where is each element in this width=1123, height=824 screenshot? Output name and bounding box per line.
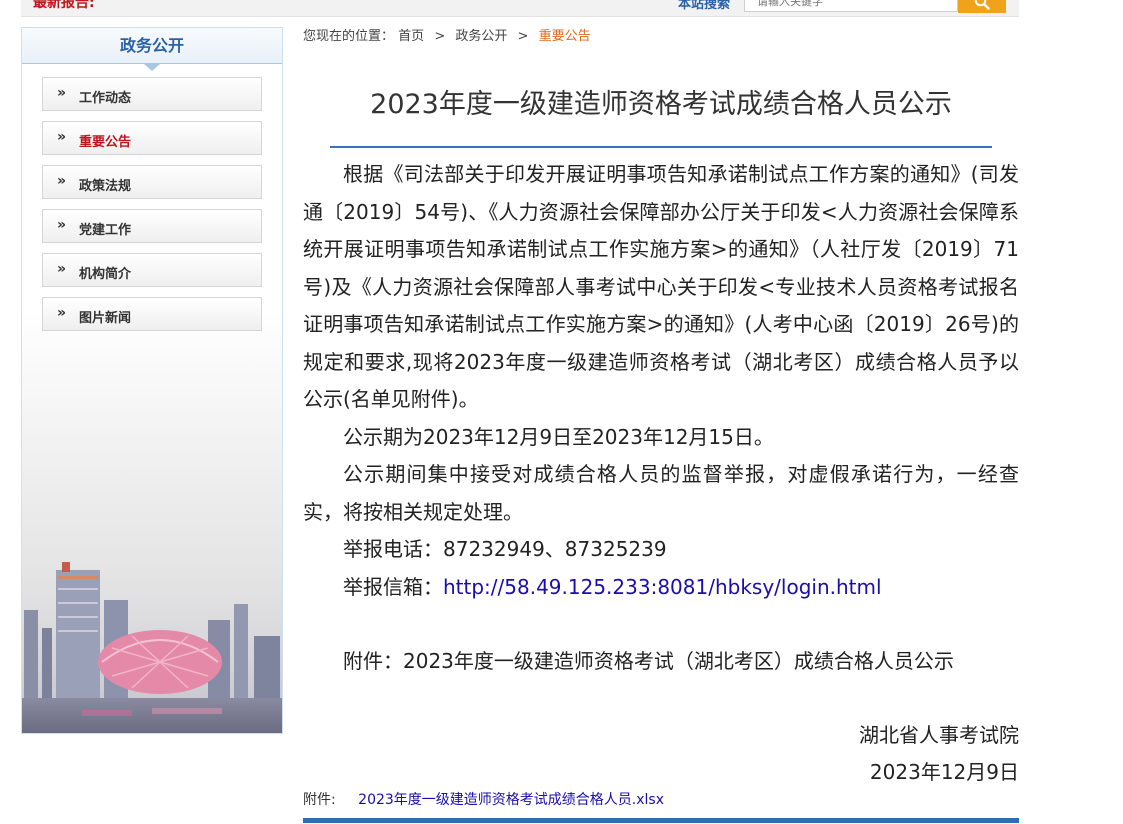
report-phone-value: 87232949、87325239 xyxy=(443,537,667,561)
double-chevron-right-icon: » xyxy=(57,85,67,101)
report-phone: 举报电话：87232949、87325239 xyxy=(303,531,1019,569)
signer-name: 湖北省人事考试院 xyxy=(859,723,1019,747)
sidebar-title: 政务公开 xyxy=(119,36,184,55)
city-skyline-image xyxy=(22,558,282,733)
sidebar-item-about[interactable]: » 机构简介 xyxy=(42,253,262,287)
attachment-row: 附件: 2023年度一级建造师资格考试成绩合格人员.xlsx xyxy=(303,789,664,809)
attachment-note: 附件：2023年度一级建造师资格考试（湖北考区）成绩合格人员公示 xyxy=(343,649,954,673)
bottom-divider xyxy=(303,818,1019,823)
sidebar-item-label: 政策法规 xyxy=(79,179,132,194)
search-input[interactable] xyxy=(744,0,958,12)
latest-report-label: 最新报告: xyxy=(33,0,95,11)
title-divider xyxy=(330,146,992,148)
double-chevron-right-icon: » xyxy=(57,217,67,233)
double-chevron-right-icon: » xyxy=(57,261,67,277)
sidebar-item-label: 机构简介 xyxy=(79,267,132,282)
sidebar-header-caret xyxy=(144,64,160,71)
search-button[interactable] xyxy=(958,0,1006,13)
sidebar-item-party-building[interactable]: » 党建工作 xyxy=(42,209,262,243)
report-mailbox-label: 举报信箱： xyxy=(343,574,443,599)
sidebar: 政务公开 » 工作动态 » 重要公告 » 政策法规 » 党建工作 » 机构简介 … xyxy=(21,27,283,734)
double-chevron-right-icon: » xyxy=(57,305,67,321)
article-paragraph: 公示期间集中接受对成绩合格人员的监督举报，对虚假承诺行为，一经查实，将按相关规定… xyxy=(303,462,1019,524)
double-chevron-right-icon: » xyxy=(57,129,67,145)
report-mailbox-link[interactable]: http://58.49.125.233:8081/hbksy/login.ht… xyxy=(443,575,882,599)
sidebar-item-label: 图片新闻 xyxy=(79,311,132,326)
article-body: 根据《司法部关于印发开展证明事项告知承诺制试点工作方案的通知》(司发通〔2019… xyxy=(303,156,1019,681)
attachment-label: 附件: xyxy=(303,792,336,808)
report-mailbox: 举报信箱：http://58.49.125.233:8081/hbksy/log… xyxy=(303,569,1019,607)
search-icon xyxy=(974,0,990,10)
sidebar-header: 政务公开 xyxy=(22,28,282,71)
sidebar-item-photo-news[interactable]: » 图片新闻 xyxy=(42,297,262,331)
sidebar-item-announcements[interactable]: » 重要公告 xyxy=(42,121,262,155)
breadcrumb-separator: > xyxy=(434,29,446,44)
site-search-label: 本站搜索 xyxy=(678,0,731,12)
breadcrumb-home-link[interactable]: 首页 xyxy=(398,29,424,44)
report-phone-label: 举报电话： xyxy=(343,537,443,561)
sidebar-item-label: 重要公告 xyxy=(79,135,132,150)
article-paragraph: 公示期为2023年12月9日至2023年12月15日。 xyxy=(343,424,774,449)
breadcrumb-prefix: 您现在的位置： xyxy=(303,29,395,44)
breadcrumb-separator: > xyxy=(517,29,529,44)
sidebar-item-work-news[interactable]: » 工作动态 xyxy=(42,77,262,111)
attachment-download-link[interactable]: 2023年度一级建造师资格考试成绩合格人员.xlsx xyxy=(358,792,664,808)
signature-block: 湖北省人事考试院 2023年12月9日 xyxy=(303,717,1019,791)
sidebar-item-label: 党建工作 xyxy=(79,223,132,238)
sidebar-item-policies[interactable]: » 政策法规 xyxy=(42,165,262,199)
signature-date: 2023年12月9日 xyxy=(869,760,1019,784)
breadcrumb-current-link[interactable]: 重要公告 xyxy=(539,29,591,44)
breadcrumb-section-link[interactable]: 政务公开 xyxy=(455,29,507,44)
double-chevron-right-icon: » xyxy=(57,173,67,189)
breadcrumb: 您现在的位置： 首页 > 政务公开 > 重要公告 xyxy=(303,25,591,44)
article-title: 2023年度一级建造师资格考试成绩合格人员公示 xyxy=(370,89,952,120)
article-paragraph: 根据《司法部关于印发开展证明事项告知承诺制试点工作方案的通知》(司发通〔2019… xyxy=(303,162,1019,411)
top-bar: 最新报告: 本站搜索 xyxy=(21,0,1019,17)
sidebar-item-label: 工作动态 xyxy=(79,91,132,106)
